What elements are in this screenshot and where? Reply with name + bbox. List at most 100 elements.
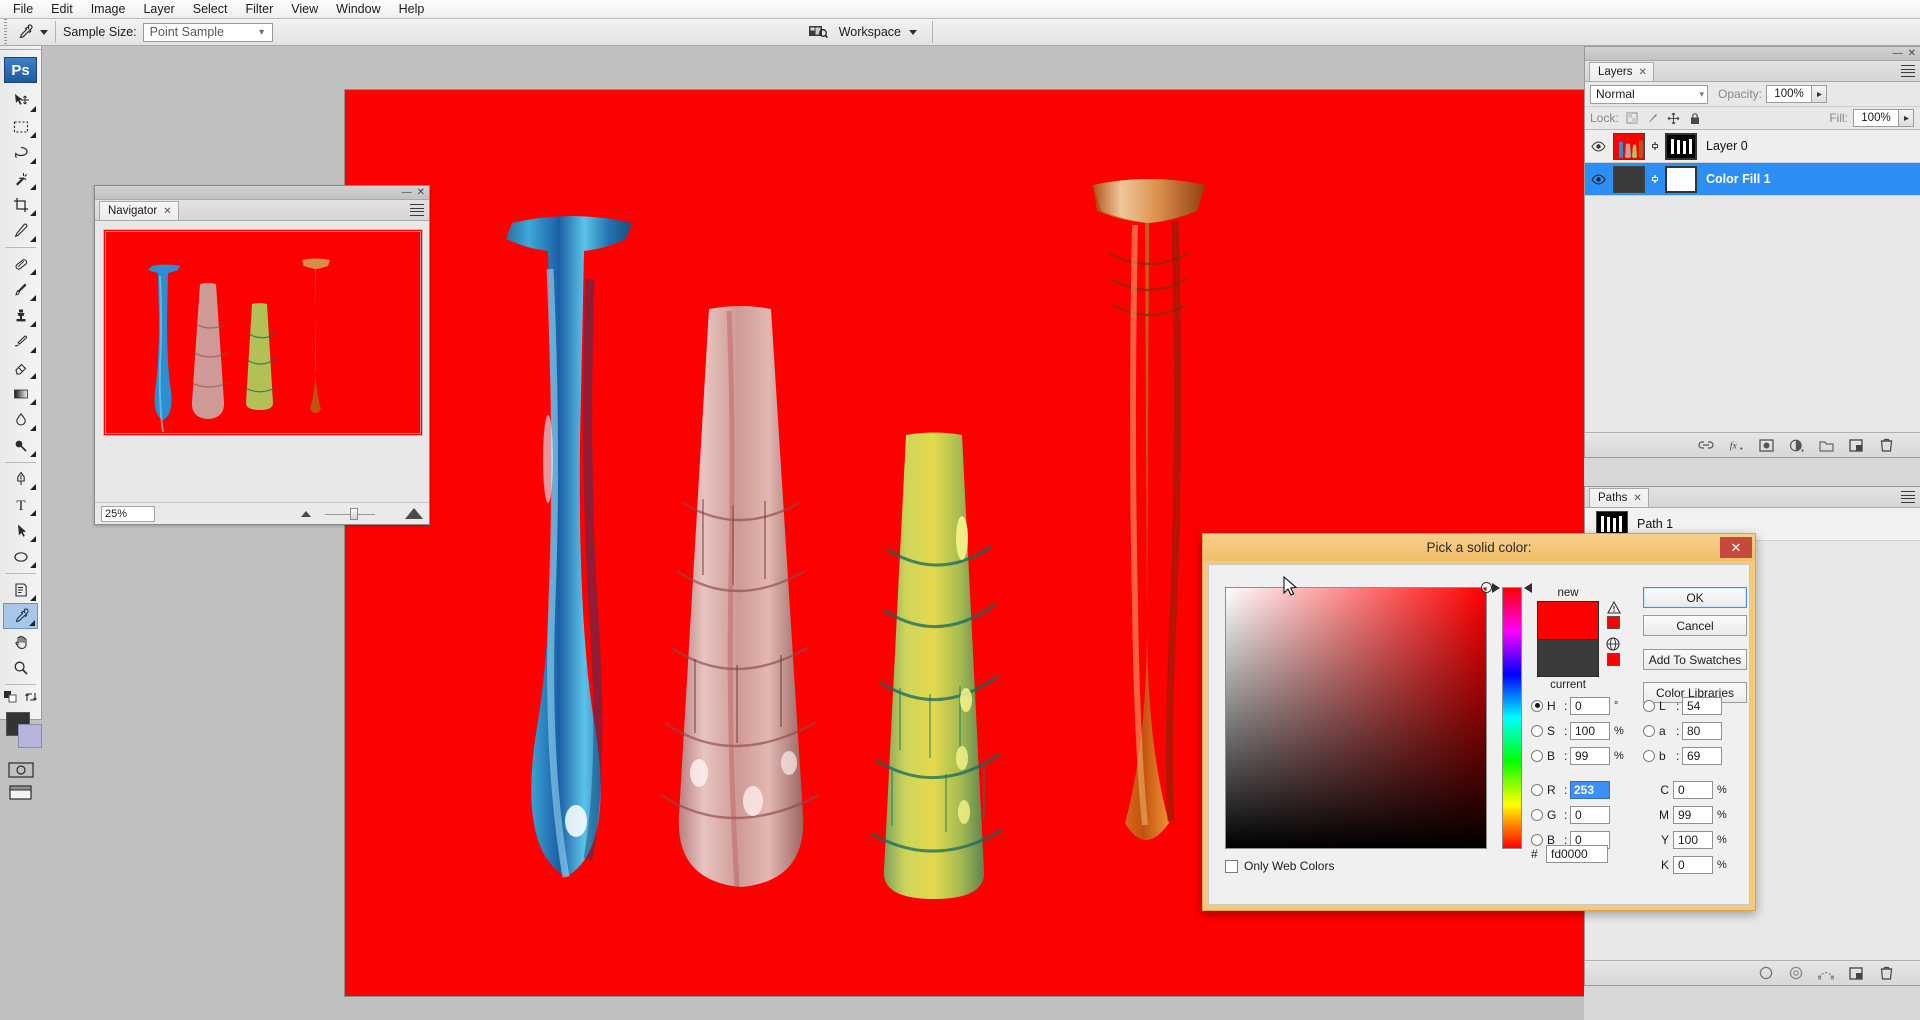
k-value[interactable]: 0	[1673, 855, 1713, 874]
type-tool[interactable]: T	[3, 492, 38, 518]
workspace-button[interactable]: Workspace	[831, 23, 925, 41]
path-selection-tool[interactable]	[3, 518, 38, 544]
a-value[interactable]: 80	[1682, 721, 1722, 740]
fill-slider-arrow-icon[interactable]	[1899, 109, 1914, 127]
hex-field-group[interactable]: # fd0000	[1531, 845, 1608, 863]
s-value[interactable]: 100	[1570, 721, 1610, 740]
add-mask-icon[interactable]	[1758, 437, 1774, 453]
history-brush-tool[interactable]	[3, 329, 38, 355]
layer-style-fx-icon[interactable]: fx	[1728, 437, 1744, 453]
layer-mask-link-icon[interactable]	[1650, 140, 1660, 152]
layer-thumbnail[interactable]	[1613, 165, 1645, 193]
eraser-tool[interactable]	[3, 355, 38, 381]
layer-visibility-eye-icon[interactable]	[1588, 173, 1608, 185]
stroke-path-icon[interactable]	[1788, 965, 1804, 981]
cmyk-m-field-group[interactable]: M 99 %	[1643, 805, 1757, 824]
hsb-b-field-group[interactable]: B : 99 %	[1531, 746, 1643, 765]
cmyk-y-field-group[interactable]: Y 100 %	[1643, 830, 1757, 849]
sample-size-select[interactable]: Point Sample ▾	[142, 22, 273, 42]
lock-image-icon[interactable]	[1645, 110, 1661, 126]
gamut-warning-icon[interactable]	[1607, 600, 1621, 614]
navigator-thumbnail[interactable]	[103, 229, 423, 436]
workspace-switcher-icon[interactable]	[805, 21, 831, 43]
new-path-icon[interactable]	[1848, 965, 1864, 981]
menu-item-file[interactable]: File	[4, 0, 42, 18]
table-row[interactable]: Layer 0	[1585, 130, 1920, 163]
radio-s[interactable]	[1531, 724, 1543, 737]
lab-b-value[interactable]: 69	[1682, 746, 1722, 765]
menu-item-select[interactable]: Select	[184, 0, 237, 18]
hsb-h-field-group[interactable]: H : 0 °	[1531, 696, 1643, 715]
c-value[interactable]: 0	[1673, 780, 1713, 799]
menu-item-filter[interactable]: Filter	[236, 0, 282, 18]
panel-menu-icon[interactable]	[1901, 491, 1915, 503]
new-group-icon[interactable]	[1818, 437, 1834, 453]
fill-path-icon[interactable]	[1758, 965, 1774, 981]
lab-a-field-group[interactable]: a : 80	[1643, 721, 1757, 740]
opacity-value[interactable]: 100%	[1766, 85, 1813, 103]
ellipse-shape-tool[interactable]	[3, 544, 38, 570]
notes-tool[interactable]	[3, 577, 38, 603]
hand-tool[interactable]	[3, 629, 38, 655]
radio-blue[interactable]	[1531, 833, 1543, 846]
tab-paths[interactable]: Paths ✕	[1589, 488, 1649, 507]
m-value[interactable]: 99	[1673, 805, 1713, 824]
color-picker-titlebar[interactable]: Pick a solid color: ✕	[1203, 534, 1755, 561]
sv-marker-icon[interactable]	[1481, 582, 1492, 593]
close-icon[interactable]: ✕	[417, 187, 425, 198]
layer-mask-thumbnail[interactable]	[1665, 132, 1697, 160]
rgb-r-field-group[interactable]: R : 253	[1531, 780, 1643, 799]
panel-menu-icon[interactable]	[410, 204, 424, 216]
blend-mode-select[interactable]: Normal ▾	[1590, 84, 1708, 104]
rgb-g-field-group[interactable]: G : 0	[1531, 805, 1643, 824]
zoom-tool[interactable]	[3, 655, 38, 681]
radio-h[interactable]	[1531, 699, 1543, 712]
cancel-button[interactable]: Cancel	[1643, 615, 1747, 636]
add-to-swatches-button[interactable]: Add To Swatches	[1643, 649, 1747, 670]
spot-healing-tool[interactable]	[3, 251, 38, 277]
navigator-zoom-value[interactable]: 25%	[101, 505, 155, 522]
layer-thumbnail[interactable]	[1613, 132, 1645, 160]
l-value[interactable]: 54	[1682, 696, 1722, 715]
close-icon[interactable]: ✕	[163, 206, 171, 217]
lock-position-icon[interactable]	[1666, 110, 1682, 126]
close-icon[interactable]: ✕	[1908, 48, 1916, 59]
lock-all-icon[interactable]	[1687, 110, 1703, 126]
navigator-zoom-slider[interactable]	[325, 506, 375, 522]
menu-item-layer[interactable]: Layer	[134, 0, 183, 18]
crop-tool[interactable]	[3, 192, 38, 218]
delete-layer-icon[interactable]	[1878, 437, 1894, 453]
clone-stamp-tool[interactable]	[3, 303, 38, 329]
menu-item-view[interactable]: View	[282, 0, 327, 18]
navigator-panel[interactable]: — ✕ Navigator ✕ 25%	[94, 185, 430, 525]
close-icon[interactable]: ✕	[1633, 493, 1641, 504]
tab-navigator[interactable]: Navigator ✕	[99, 201, 179, 220]
move-tool[interactable]	[3, 88, 38, 114]
delete-path-icon[interactable]	[1878, 965, 1894, 981]
rectangular-marquee-tool[interactable]	[3, 114, 38, 140]
slice-tool[interactable]	[3, 218, 38, 244]
options-bar-gripper[interactable]	[0, 18, 12, 46]
brush-tool[interactable]	[3, 277, 38, 303]
hue-slider[interactable]	[1502, 587, 1522, 849]
only-web-colors-checkbox-group[interactable]: Only Web Colors	[1225, 859, 1334, 873]
hsb-s-field-group[interactable]: S : 100 %	[1531, 721, 1643, 740]
hex-value[interactable]: fd0000	[1546, 845, 1608, 863]
menu-item-image[interactable]: Image	[82, 0, 135, 18]
radio-g[interactable]	[1531, 808, 1543, 821]
zoom-in-icon[interactable]	[405, 508, 423, 519]
minimize-icon[interactable]: —	[402, 187, 412, 198]
fill-value[interactable]: 100%	[1853, 109, 1899, 127]
y-value[interactable]: 100	[1673, 830, 1713, 849]
gradient-tool[interactable]	[3, 381, 38, 407]
web-safe-swatch[interactable]	[1607, 653, 1620, 666]
lock-transparent-icon[interactable]	[1624, 110, 1640, 126]
close-icon[interactable]: ✕	[1720, 537, 1752, 558]
pen-tool[interactable]	[3, 466, 38, 492]
ok-button[interactable]: OK	[1643, 587, 1747, 608]
opacity-slider-arrow-icon[interactable]	[1812, 85, 1828, 103]
radio-brightness[interactable]	[1531, 749, 1543, 762]
radio-a[interactable]	[1643, 724, 1655, 737]
lab-b-field-group[interactable]: b : 69	[1643, 746, 1757, 765]
cmyk-c-field-group[interactable]: C 0 %	[1643, 780, 1757, 799]
